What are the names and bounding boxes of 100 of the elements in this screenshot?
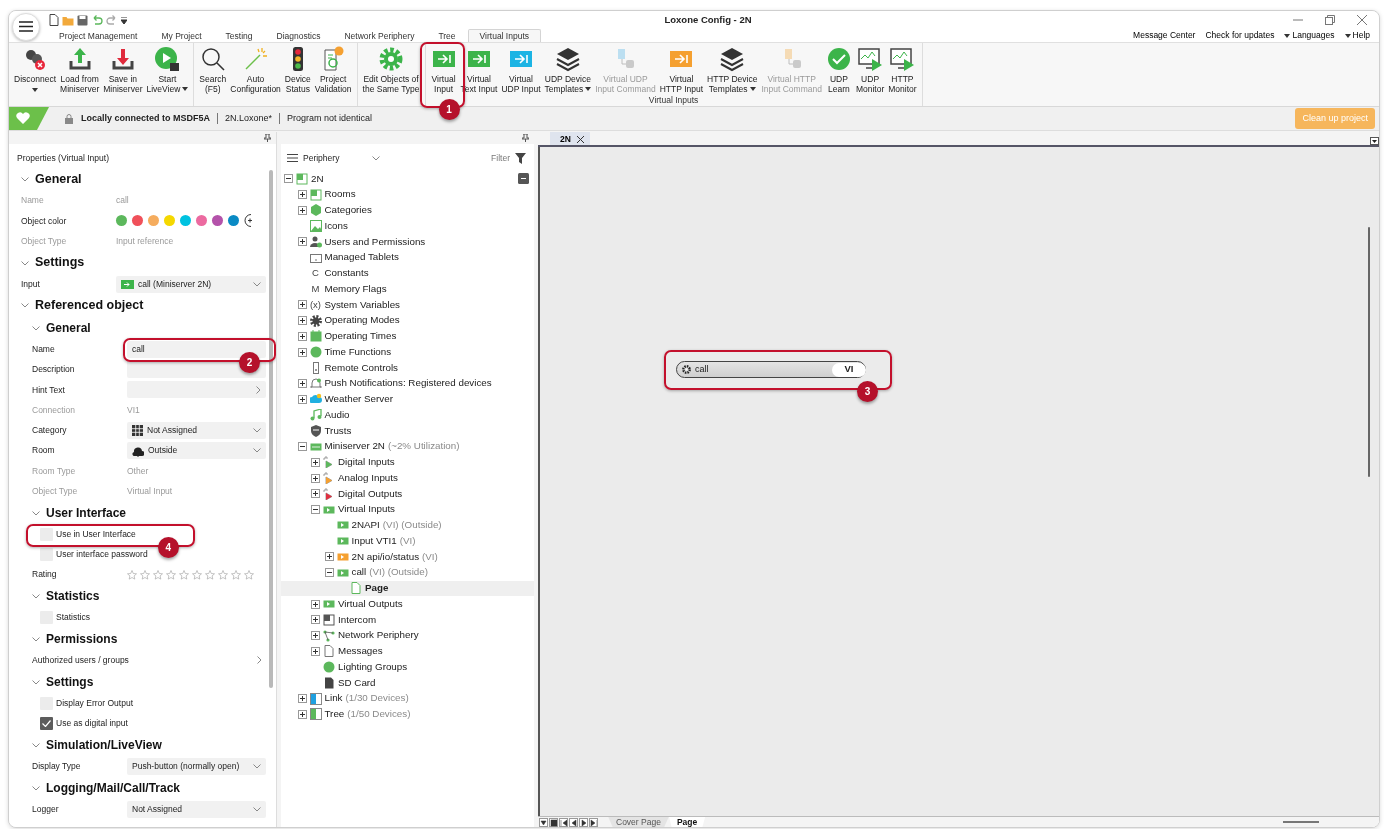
filter-button[interactable]: Filter bbox=[491, 151, 526, 165]
chevron-icon[interactable] bbox=[32, 592, 40, 601]
dropdown-field[interactable]: Outside bbox=[127, 442, 266, 460]
tree-item[interactable]: Virtual Inputs bbox=[281, 501, 534, 518]
expand-icon[interactable] bbox=[311, 489, 320, 499]
chevron-icon[interactable] bbox=[32, 783, 40, 792]
dropdown-field[interactable]: call (Miniserver 2N) bbox=[116, 275, 266, 293]
pin-icon[interactable] bbox=[522, 134, 529, 142]
collapse-all-icon[interactable] bbox=[518, 173, 529, 184]
color-swatch[interactable] bbox=[212, 215, 223, 227]
menu-button[interactable] bbox=[12, 12, 40, 41]
new-file-icon[interactable] bbox=[49, 14, 59, 26]
scrollbar-thumb[interactable] bbox=[269, 170, 273, 688]
tree-item[interactable]: Audio bbox=[281, 407, 534, 423]
chevron-icon[interactable] bbox=[32, 635, 40, 643]
tree-item[interactable]: 2N api/io/status (VI) bbox=[281, 549, 534, 565]
tree-item[interactable]: (x) System Variables bbox=[281, 297, 534, 313]
function-block[interactable]: call VI bbox=[676, 361, 866, 378]
tree-item[interactable]: Push Notifications: Registered devices bbox=[281, 375, 534, 392]
checkbox[interactable] bbox=[40, 527, 53, 541]
expand-icon[interactable] bbox=[297, 347, 307, 357]
page-nav-button[interactable] bbox=[569, 817, 578, 827]
ribbon-button[interactable]: Virtual HTTP Input bbox=[657, 43, 706, 94]
expand-icon[interactable] bbox=[297, 709, 307, 719]
collapse-icon[interactable] bbox=[297, 442, 307, 452]
tree-item[interactable]: C Constants bbox=[281, 265, 534, 282]
chevron-icon[interactable] bbox=[32, 508, 40, 517]
ribbon-button[interactable]: UDP Monitor bbox=[853, 43, 887, 94]
collapse-icon[interactable] bbox=[311, 505, 320, 515]
expand-icon[interactable] bbox=[311, 473, 320, 483]
menu-tab[interactable]: Diagnostics bbox=[264, 29, 333, 42]
menu-tab[interactable]: My Project bbox=[149, 29, 214, 42]
ribbon-button[interactable]: Start LiveView bbox=[144, 43, 191, 94]
tree-item[interactable]: 2N bbox=[281, 171, 534, 187]
input-field[interactable]: call bbox=[127, 340, 266, 358]
color-swatch[interactable] bbox=[180, 215, 191, 227]
page-nav-button[interactable] bbox=[589, 817, 598, 827]
menu-tab[interactable]: Tree bbox=[426, 29, 468, 42]
expand-icon[interactable] bbox=[297, 379, 307, 389]
tree-item[interactable]: Rooms bbox=[281, 186, 534, 203]
tree-item[interactable]: Time Functions bbox=[281, 344, 534, 360]
star-rating[interactable] bbox=[127, 569, 254, 580]
expand-icon[interactable] bbox=[297, 237, 307, 247]
ribbon-button[interactable]: UDP Learn bbox=[823, 43, 854, 94]
expand-icon[interactable] bbox=[311, 599, 320, 609]
menu-tab[interactable]: Project Management bbox=[47, 29, 150, 42]
ribbon-button[interactable]: Search (F5) bbox=[197, 43, 229, 94]
tree-item[interactable]: Miniserver 2N (~2% Utilization) bbox=[281, 438, 534, 455]
ribbon-button[interactable]: HTTP Device Templates bbox=[705, 43, 760, 94]
menu-link[interactable]: Help bbox=[1339, 29, 1375, 42]
ribbon-button[interactable]: Device Status bbox=[282, 43, 313, 94]
expand-icon[interactable] bbox=[297, 190, 307, 200]
ribbon-button[interactable]: Load from Miniserver bbox=[58, 43, 102, 94]
expand-icon[interactable] bbox=[311, 615, 320, 625]
view-dropdown[interactable]: Periphery bbox=[287, 151, 381, 165]
expand-icon[interactable] bbox=[311, 646, 320, 656]
ribbon-button[interactable]: Save in Miniserver bbox=[101, 43, 145, 94]
dropdown-field[interactable]: Not Assigned bbox=[127, 422, 266, 439]
expand-icon[interactable] bbox=[297, 316, 307, 326]
tree-item[interactable]: Link (1/30 Devices) bbox=[281, 690, 534, 707]
restore-icon[interactable] bbox=[1325, 15, 1335, 25]
tree-item[interactable]: Users and Permissions bbox=[281, 234, 534, 250]
checkbox[interactable] bbox=[40, 548, 53, 561]
ribbon-button[interactable]: Disconnect bbox=[12, 43, 59, 92]
tree-item[interactable]: Digital Outputs bbox=[281, 486, 534, 502]
ribbon-button[interactable]: Project Validation bbox=[312, 43, 354, 94]
tree-item[interactable]: Managed Tablets bbox=[281, 249, 534, 266]
checkbox[interactable] bbox=[40, 717, 53, 730]
tree-item[interactable]: Digital Inputs bbox=[281, 454, 534, 471]
collapse-icon[interactable] bbox=[324, 568, 334, 578]
tree-item[interactable]: SD Card bbox=[281, 675, 534, 691]
collapse-icon[interactable] bbox=[284, 174, 293, 184]
ribbon-button[interactable]: Virtual Input bbox=[428, 43, 459, 94]
color-swatch[interactable] bbox=[164, 215, 175, 227]
customize-icon[interactable] bbox=[121, 16, 127, 24]
expand-icon[interactable] bbox=[297, 394, 307, 404]
tree-item[interactable]: Intercom bbox=[281, 612, 534, 628]
tree-item[interactable]: Categories bbox=[281, 202, 534, 219]
chevron-icon[interactable] bbox=[21, 175, 29, 184]
text-picker-field[interactable] bbox=[127, 381, 266, 399]
expand-icon[interactable] bbox=[297, 694, 307, 704]
tree-item[interactable]: call (VI) (Outside) bbox=[281, 564, 534, 581]
page-nav-button[interactable] bbox=[579, 817, 588, 827]
menu-tab[interactable]: Network Periphery bbox=[332, 29, 427, 42]
ribbon-button[interactable]: Edit Objects of the Same Type bbox=[360, 43, 422, 94]
expand-icon[interactable] bbox=[297, 205, 307, 215]
chevron-right-icon[interactable] bbox=[257, 656, 262, 665]
tree-item[interactable]: Operating Times bbox=[281, 328, 534, 345]
menu-tab[interactable]: Testing bbox=[213, 29, 265, 42]
pin-icon[interactable] bbox=[264, 134, 271, 142]
menu-link[interactable]: Languages bbox=[1279, 29, 1340, 42]
dropdown-field[interactable]: Not Assigned bbox=[127, 800, 266, 818]
save-icon[interactable] bbox=[77, 14, 88, 26]
tree-item[interactable]: Operating Modes bbox=[281, 312, 534, 329]
chevron-icon[interactable] bbox=[21, 301, 29, 310]
page-nav-button[interactable] bbox=[559, 817, 568, 827]
color-swatch[interactable] bbox=[148, 215, 159, 227]
menu-tab[interactable]: Virtual Inputs bbox=[467, 29, 542, 42]
close-icon[interactable] bbox=[1357, 15, 1367, 25]
tree-item[interactable]: Page bbox=[281, 580, 534, 597]
